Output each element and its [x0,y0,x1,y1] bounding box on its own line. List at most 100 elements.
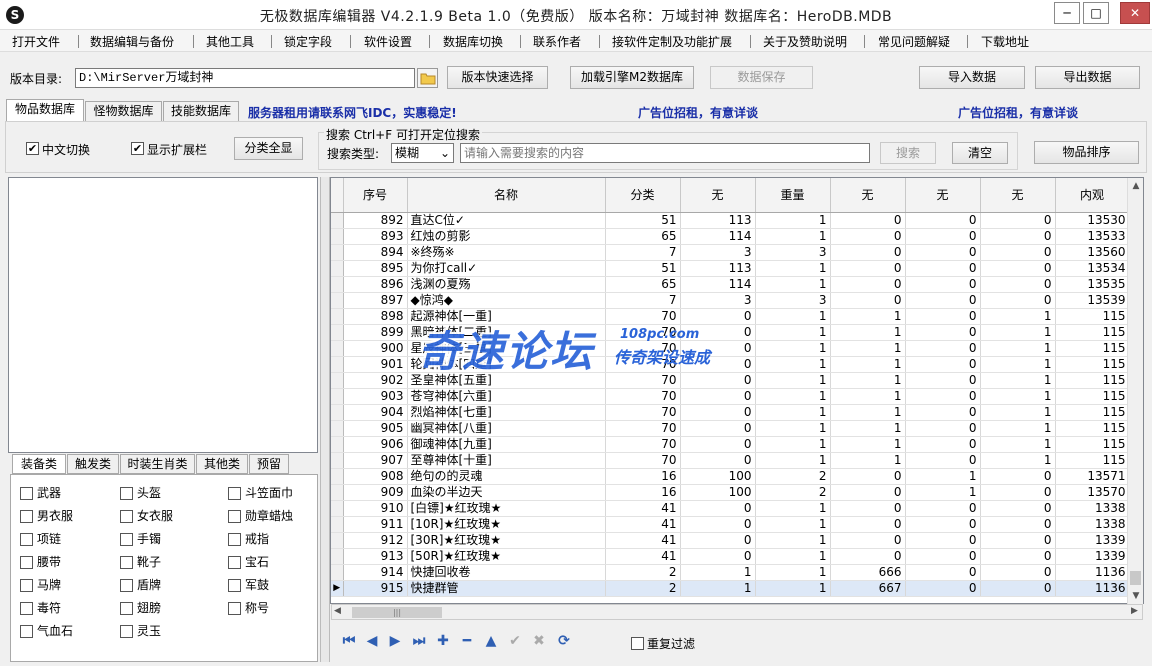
table-cell[interactable]: 1 [680,580,756,597]
tab-trigger[interactable]: 触发类 [67,454,119,474]
table-cell[interactable]: 1338 [1055,516,1130,533]
table-row[interactable]: 893 红烛の剪影 65 114 1 0 0 0 13533 [331,228,1130,245]
table-cell[interactable]: 914 [343,564,408,581]
vertical-scrollbar[interactable]: ▲ ▼ [1127,178,1143,604]
table-cell[interactable]: 115 [1055,340,1130,357]
nav-next-icon[interactable]: ▶ [386,632,404,650]
table-cell[interactable]: 897 [343,292,408,309]
table-cell[interactable]: 1 [830,420,906,437]
table-cell[interactable]: 0 [830,532,906,549]
table-row[interactable]: 908 绝句の的灵魂 16 100 2 0 1 0 13571 [331,468,1130,485]
table-cell[interactable]: 13539 [1055,292,1130,309]
category-checkbox[interactable] [20,602,33,615]
table-cell[interactable]: 0 [905,564,981,581]
table-cell[interactable]: 70 [605,404,681,421]
table-cell[interactable]: 1 [755,260,831,277]
category-option[interactable]: 戒指 [228,530,269,547]
table-cell[interactable]: 915 [343,580,408,597]
menu-item-contact[interactable]: 联系作者 [533,33,581,50]
directory-input[interactable]: D:\MirServer万域封神 [75,68,415,88]
table-cell[interactable]: 烈焰神体[七重] [407,404,606,421]
table-cell[interactable]: 苍穹神体[六重] [407,388,606,405]
table-row[interactable]: 913 [50R]★红玫瑰★ 41 0 1 0 0 0 1339 [331,548,1130,565]
table-cell[interactable]: 1 [830,436,906,453]
table-cell[interactable]: 1 [830,388,906,405]
menu-item-faq[interactable]: 常见问题解疑 [878,33,950,50]
table-cell[interactable]: 0 [980,276,1056,293]
hscroll-thumb[interactable]: ||| [352,607,442,618]
table-row[interactable]: 905 幽冥神体[八重] 70 0 1 1 0 1 115 [331,420,1130,437]
category-option[interactable]: 斗笠面巾 [228,484,293,501]
table-cell[interactable]: 115 [1055,388,1130,405]
table-cell[interactable]: 41 [605,532,681,549]
table-cell[interactable]: 0 [905,516,981,533]
table-cell[interactable]: 0 [905,436,981,453]
table-cell[interactable]: 905 [343,420,408,437]
row-indicator[interactable] [331,356,344,373]
table-cell[interactable]: 894 [343,244,408,261]
menu-item-custom[interactable]: 接软件定制及功能扩展 [612,33,732,50]
table-cell[interactable]: 0 [980,484,1056,501]
table-cell[interactable]: 1 [830,340,906,357]
table-cell[interactable]: 13571 [1055,468,1130,485]
table-cell[interactable]: 0 [905,452,981,469]
table-row[interactable]: 896 浅渊の夏殇 65 114 1 0 0 0 13535 [331,276,1130,293]
table-cell[interactable]: 0 [980,260,1056,277]
table-cell[interactable]: 1 [980,452,1056,469]
category-checkbox[interactable] [120,510,133,523]
scroll-right-icon[interactable]: ▶ [1131,606,1138,616]
table-cell[interactable]: 0 [680,404,756,421]
column-header[interactable]: 分类 [605,178,681,213]
category-option[interactable]: 盾牌 [120,576,161,593]
category-checkbox[interactable] [120,625,133,638]
show-ext-checkbox[interactable]: ✔ [131,142,144,155]
table-cell[interactable]: [10R]★红玫瑰★ [407,516,606,533]
table-cell[interactable]: 70 [605,420,681,437]
table-cell[interactable]: 1 [755,564,831,581]
table-cell[interactable]: 114 [680,228,756,245]
category-checkbox[interactable] [20,625,33,638]
table-cell[interactable]: ◆惊鸿◆ [407,292,606,309]
table-row[interactable]: 895 为你打call✓ 51 113 1 0 0 0 13534 [331,260,1130,277]
table-cell[interactable]: 0 [980,292,1056,309]
table-cell[interactable]: 903 [343,388,408,405]
row-indicator[interactable] [331,532,344,549]
menu-item-db-switch[interactable]: 数据库切换 [443,33,503,50]
tab-item-db[interactable]: 物品数据库 [6,99,84,122]
minimize-button[interactable]: ─ [1054,2,1080,24]
category-option[interactable]: 灵玉 [120,622,161,639]
category-option[interactable]: 手镯 [120,530,161,547]
table-row[interactable]: 903 苍穹神体[六重] 70 0 1 1 0 1 115 [331,388,1130,405]
folder-browse-button[interactable] [417,68,438,88]
table-cell[interactable]: 0 [980,244,1056,261]
table-cell[interactable]: 0 [680,532,756,549]
table-cell[interactable]: 100 [680,484,756,501]
table-cell[interactable]: 浅渊の夏殇 [407,276,606,293]
table-cell[interactable]: 910 [343,500,408,517]
table-cell[interactable]: 100 [680,468,756,485]
items-grid[interactable]: 序号 名称 分类无重量无无无内观 892 直达C位✓ 51 113 1 0 0 0 13530 893… [330,177,1144,604]
nav-post-icon[interactable]: ✔ [506,632,524,650]
table-cell[interactable]: 1 [980,372,1056,389]
menu-item-lock-fields[interactable]: 锁定字段 [284,33,332,50]
table-cell[interactable]: 0 [830,212,906,229]
table-cell[interactable]: 2 [755,484,831,501]
table-cell[interactable]: 908 [343,468,408,485]
tab-equipment[interactable]: 装备类 [12,454,66,474]
column-header[interactable]: 序号 [343,178,408,213]
table-cell[interactable]: 血染の半边天 [407,484,606,501]
table-cell[interactable]: 7 [605,244,681,261]
tab-fashion-zodiac[interactable]: 时装生肖类 [120,454,195,474]
table-cell[interactable]: 0 [980,548,1056,565]
row-indicator[interactable] [331,452,344,469]
nav-first-icon[interactable]: ⏮ [340,632,358,650]
table-cell[interactable]: 1 [830,452,906,469]
table-cell[interactable]: 1 [755,436,831,453]
table-cell[interactable]: [50R]★红玫瑰★ [407,548,606,565]
table-cell[interactable]: 1 [905,484,981,501]
table-cell[interactable]: 0 [680,516,756,533]
table-cell[interactable]: 3 [680,292,756,309]
row-indicator[interactable] [331,260,344,277]
table-row[interactable]: 906 御魂神体[九重] 70 0 1 1 0 1 115 [331,436,1130,453]
table-cell[interactable]: 900 [343,340,408,357]
